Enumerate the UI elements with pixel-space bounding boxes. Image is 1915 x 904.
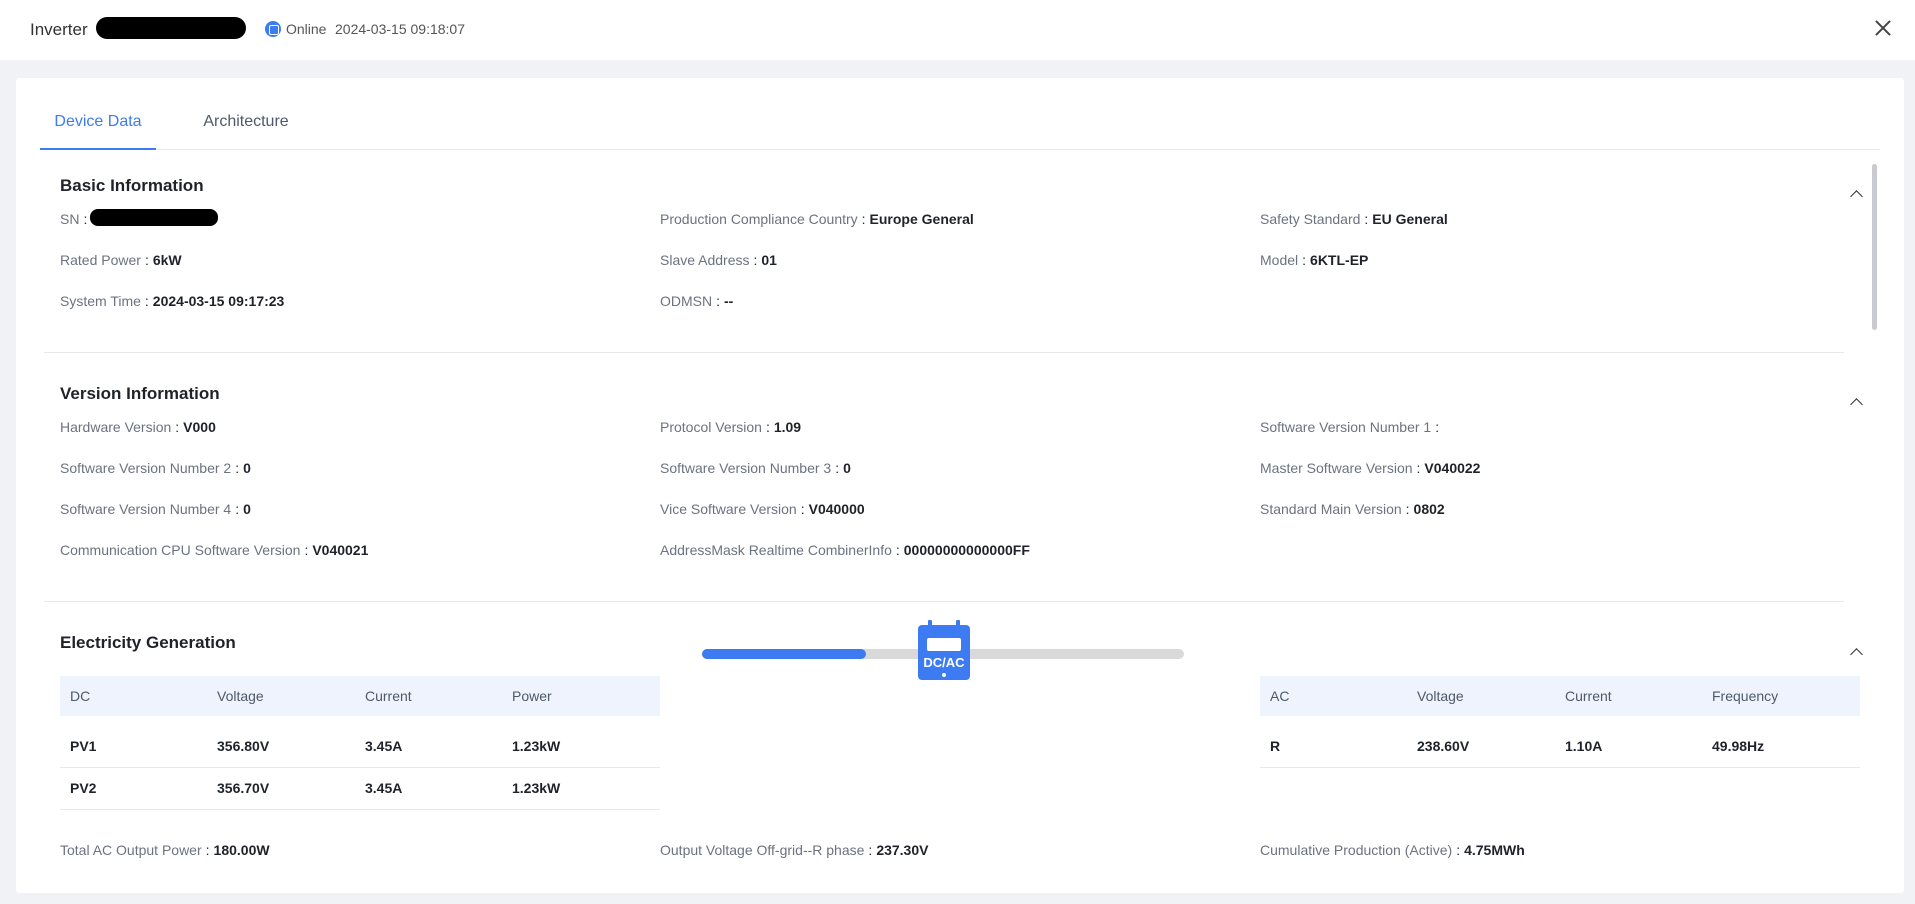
table-row: PV2 356.70V 3.45A 1.23kW (60, 768, 660, 810)
field-software-version-3: Software Version Number 3:0 (660, 460, 851, 476)
divider (44, 352, 1844, 353)
ac-header-ac: AC (1270, 688, 1290, 704)
dc-cell: 3.45A (365, 738, 403, 754)
dc-header-current: Current (365, 688, 412, 704)
dc-cell: 356.70V (217, 780, 270, 796)
tab-architecture[interactable]: Architecture (196, 110, 296, 150)
field-vice-software-version: Vice Software Version: V040000 (660, 501, 865, 517)
device-title: Inverter (30, 20, 88, 39)
divider (44, 601, 1844, 602)
ac-cell: R (1270, 738, 1281, 754)
ac-cell: 49.98Hz (1712, 738, 1765, 754)
field-rated-power: Rated Power:6kW (60, 252, 182, 268)
field-system-time: System Time:2024-03-15 09:17:23 (60, 293, 285, 309)
dc-header-dc: DC (70, 688, 91, 704)
header-bar: Inverter Online 2024-03-15 09:18:07 (0, 0, 1915, 60)
field-comm-cpu-software-version: Communication CPU Software Version: V0400… (60, 542, 369, 558)
field-slave-address: Slave Address:01 (660, 252, 777, 268)
field-master-software-version: Master Software Version: V040022 (1260, 460, 1481, 476)
field-total-ac-output-power: Total AC Output Power:180.00W (60, 842, 270, 858)
status-timestamp: 2024-03-15 09:18:07 (335, 21, 465, 37)
redacted-sn (90, 209, 218, 226)
ac-header-current: Current (1565, 688, 1612, 704)
dc-cell: PV1 (70, 738, 97, 754)
electricity-generation-title: Electricity Generation (60, 633, 236, 652)
field-odmsn: ODMSN: -- (660, 293, 734, 309)
field-addressmask-combinerinfo: AddressMask Realtime CombinerInfo:000000… (660, 542, 1030, 558)
power-flow-fill (702, 649, 866, 659)
basic-info-title: Basic Information (60, 176, 204, 195)
table-row: R 238.60V 1.10A 49.98Hz (1260, 726, 1860, 768)
ac-cell: 1.10A (1565, 738, 1603, 754)
collapse-version-icon[interactable] (1849, 395, 1863, 409)
scrollbar-thumb[interactable] (1872, 164, 1877, 330)
ac-header-voltage: Voltage (1417, 688, 1464, 704)
dc-table-header: DC Voltage Current Power (60, 676, 660, 716)
field-software-version-2: Software Version Number 2:0 (60, 460, 251, 476)
collapse-basic-icon[interactable] (1849, 187, 1863, 201)
table-row: PV1 356.80V 3.45A 1.23kW (60, 726, 660, 768)
redacted-device-name (96, 17, 246, 39)
dc-cell: 356.80V (217, 738, 270, 754)
field-model: Model:6KTL-EP (1260, 252, 1369, 268)
field-hardware-version: Hardware Version: V000 (60, 419, 216, 435)
field-software-version-1: Software Version Number 1: (1260, 419, 1440, 435)
tab-bar: Device Data Architecture (40, 110, 1880, 150)
ac-cell: 238.60V (1417, 738, 1470, 754)
dc-cell: 3.45A (365, 780, 403, 796)
version-info-title: Version Information (60, 384, 220, 403)
dc-header-power: Power (512, 688, 552, 704)
field-standard-main-version: Standard Main Version:0802 (1260, 501, 1445, 517)
status-label: Online (286, 21, 327, 37)
field-protocol-version: Protocol Version:1.09 (660, 419, 802, 435)
collapse-generation-icon[interactable] (1849, 645, 1863, 659)
online-status-icon (265, 21, 281, 37)
field-software-version-4: Software Version Number 4:0 (60, 501, 251, 517)
dc-cell: 1.23kW (512, 780, 561, 796)
dcac-label: DC/AC (923, 655, 965, 670)
field-compliance-country: Production Compliance Country: Europe Gen… (660, 211, 974, 227)
dc-cell: PV2 (70, 780, 97, 796)
close-icon[interactable] (1872, 17, 1894, 39)
field-safety-standard: Safety Standard: EU General (1260, 211, 1448, 227)
ac-table-header: AC Voltage Current Frequency (1260, 676, 1860, 716)
ac-header-frequency: Frequency (1712, 688, 1779, 704)
field-output-voltage-offgrid: Output Voltage Off-grid--R phase:237.30V (660, 842, 929, 858)
dc-cell: 1.23kW (512, 738, 561, 754)
field-sn: SN: (60, 211, 88, 227)
inverter-dcac-icon: DC/AC (918, 620, 970, 680)
dc-header-voltage: Voltage (217, 688, 264, 704)
tab-device-data[interactable]: Device Data (40, 110, 156, 150)
field-cumulative-production: Cumulative Production (Active):4.75MWh (1260, 842, 1525, 858)
